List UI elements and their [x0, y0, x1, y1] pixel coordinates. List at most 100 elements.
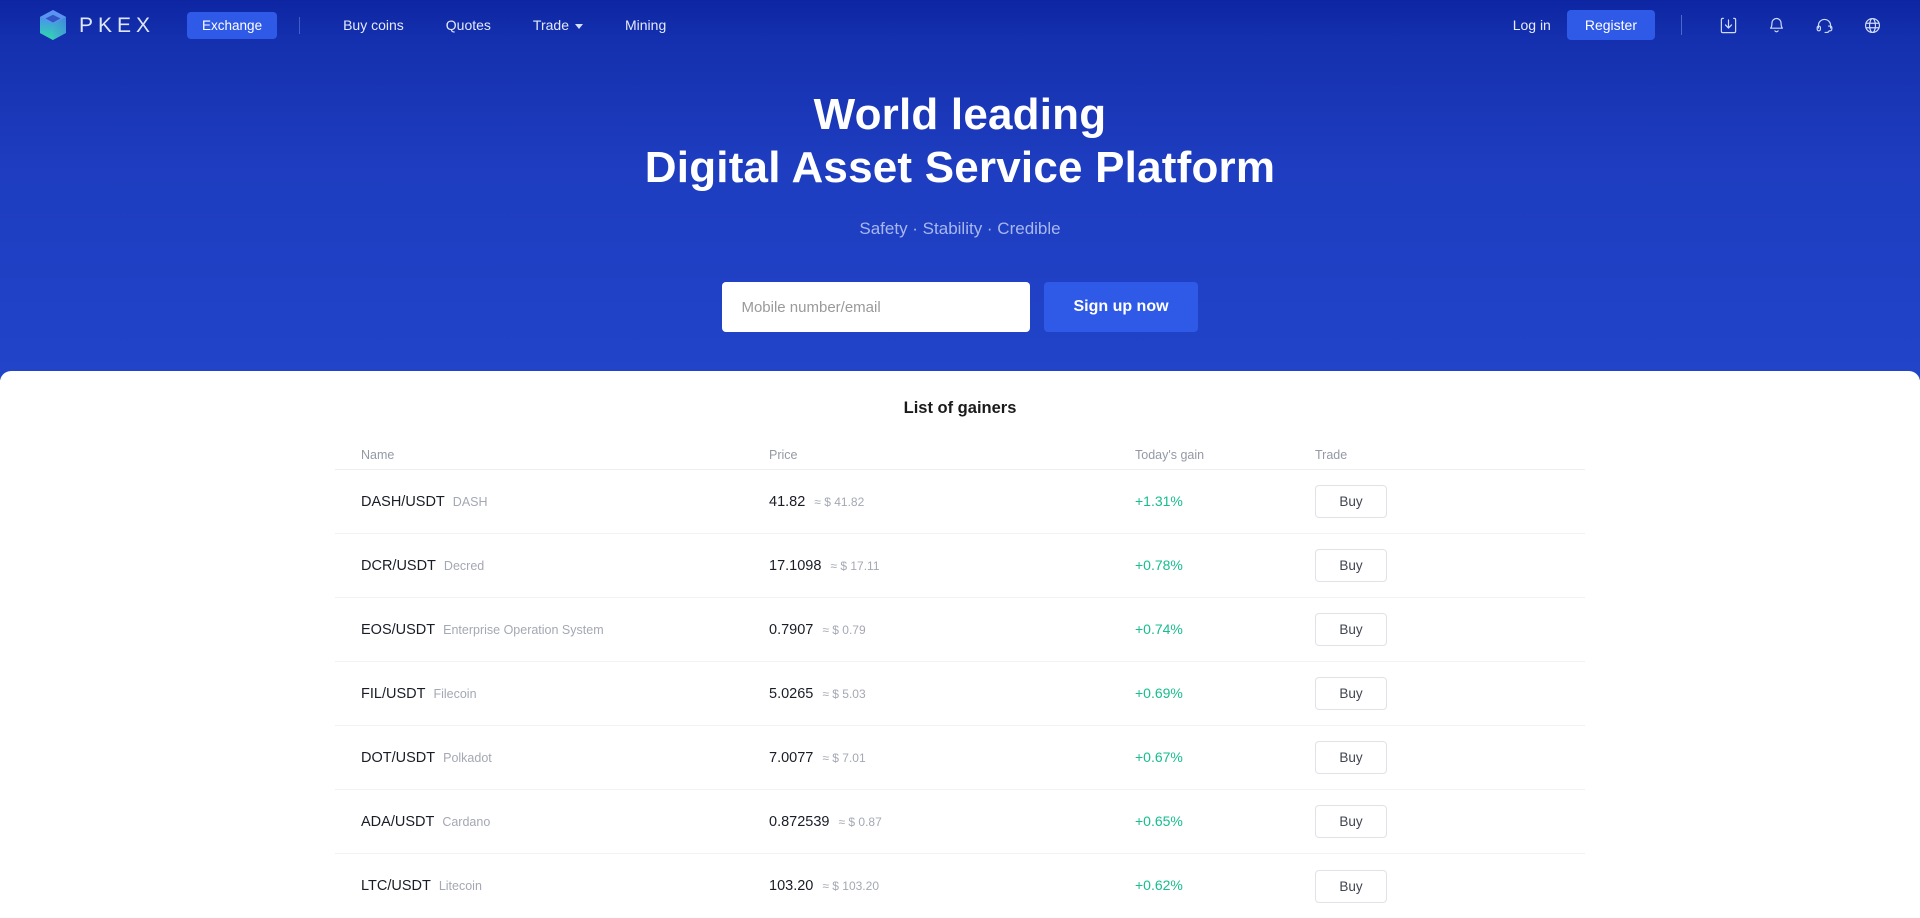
trade-cell: Buy — [1315, 741, 1559, 774]
gain-value: +0.67% — [1135, 748, 1183, 765]
column-header-name: Name — [361, 447, 395, 462]
nav-item-quotes[interactable]: Quotes — [425, 17, 512, 33]
gain-cell: +0.69% — [1135, 685, 1315, 703]
register-button[interactable]: Register — [1566, 10, 1655, 40]
gain-value: +0.65% — [1135, 812, 1183, 829]
price-value: 0.872539 — [769, 813, 830, 830]
gain-value: +1.31% — [1135, 492, 1183, 509]
gainers-table: Name Price Today's gain Trade DASH/USDT … — [335, 440, 1585, 918]
pair-full-name: Filecoin — [433, 686, 477, 701]
pair-symbol: DASH/USDT — [361, 493, 445, 510]
pair-cell: DCR/USDT Decred — [335, 558, 769, 574]
pair-cell: EOS/USDT Enterprise Operation System — [335, 622, 769, 638]
buy-button[interactable]: Buy — [1315, 741, 1387, 774]
table-row[interactable]: DCR/USDT Decred 17.1098 ≈ $ 17.11 +0.78%… — [335, 534, 1585, 598]
hero-section: World leading Digital Asset Service Plat… — [0, 88, 1920, 239]
table-row[interactable]: DASH/USDT DASH 41.82 ≈ $ 41.82 +1.31% Bu… — [335, 470, 1585, 534]
gain-cell: +0.65% — [1135, 813, 1315, 831]
brand-name: PKEX — [79, 13, 156, 37]
column-header-trade: Trade — [1315, 447, 1348, 462]
pair-full-name: Cardano — [442, 814, 491, 829]
price-cell: 0.7907 ≈ $ 0.79 — [769, 622, 1135, 638]
buy-button[interactable]: Buy — [1315, 485, 1387, 518]
price-cell: 41.82 ≈ $ 41.82 — [769, 494, 1135, 510]
gain-cell: +0.74% — [1135, 621, 1315, 639]
pair-cell: LTC/USDT Litecoin — [335, 878, 769, 894]
pair-full-name: Decred — [443, 558, 485, 573]
signup-form: Sign up now — [0, 282, 1920, 332]
pair-cell: ADA/USDT Cardano — [335, 814, 769, 830]
price-usd: ≈ $ 0.79 — [822, 622, 866, 637]
trade-cell: Buy — [1315, 549, 1559, 582]
pair-full-name: Enterprise Operation System — [443, 622, 604, 637]
nav-item-buy-coins[interactable]: Buy coins — [322, 17, 425, 33]
column-header-gain: Today's gain — [1135, 447, 1205, 462]
buy-button[interactable]: Buy — [1315, 677, 1387, 710]
signup-button[interactable]: Sign up now — [1044, 282, 1198, 332]
nav-item-label: Quotes — [445, 17, 491, 33]
pair-full-name: Litecoin — [438, 879, 482, 893]
buy-button[interactable]: Buy — [1315, 613, 1387, 646]
nav-item-label: Mining — [624, 17, 667, 33]
price-value: 17.1098 — [769, 557, 822, 574]
table-row[interactable]: ADA/USDT Cardano 0.872539 ≈ $ 0.87 +0.65… — [335, 790, 1585, 854]
nav-item-mining[interactable]: Mining — [604, 17, 687, 33]
header-actions: Log in Register — [1513, 10, 1896, 40]
table-row[interactable]: EOS/USDT Enterprise Operation System 0.7… — [335, 598, 1585, 662]
pair-symbol: DCR/USDT — [361, 557, 436, 574]
column-header-price: Price — [769, 447, 798, 462]
table-header-row: Name Price Today's gain Trade — [335, 440, 1585, 470]
gain-value: +0.78% — [1135, 556, 1183, 573]
language-globe-icon[interactable] — [1861, 14, 1883, 36]
hero-title-line2: Digital Asset Service Platform — [644, 143, 1276, 192]
nav-item-label: Trade — [532, 17, 569, 33]
pair-full-name: DASH — [452, 494, 488, 509]
download-app-icon[interactable] — [1717, 14, 1739, 36]
table-row[interactable]: LTC/USDT Litecoin 103.20 ≈ $ 103.20 +0.6… — [335, 854, 1585, 918]
price-cell: 5.0265 ≈ $ 5.03 — [769, 686, 1135, 702]
gain-cell: +0.78% — [1135, 557, 1315, 575]
gain-value: +0.62% — [1135, 877, 1183, 893]
price-cell: 0.872539 ≈ $ 0.87 — [769, 814, 1135, 830]
pair-cell: DASH/USDT DASH — [335, 494, 769, 510]
hero-subtitle: Safety · Stability · Credible — [859, 219, 1061, 238]
buy-button[interactable]: Buy — [1315, 549, 1387, 582]
price-value: 0.7907 — [769, 621, 814, 638]
trade-cell: Buy — [1315, 869, 1559, 903]
pair-symbol: LTC/USDT — [361, 878, 431, 894]
price-value: 41.82 — [769, 493, 806, 510]
pair-symbol: DOT/USDT — [361, 749, 436, 766]
table-row[interactable]: FIL/USDT Filecoin 5.0265 ≈ $ 5.03 +0.69%… — [335, 662, 1585, 726]
table-row[interactable]: DOT/USDT Polkadot 7.0077 ≈ $ 7.01 +0.67%… — [335, 726, 1585, 790]
price-cell: 103.20 ≈ $ 103.20 — [769, 878, 1135, 894]
login-link[interactable]: Log in — [1513, 17, 1551, 33]
pair-cell: DOT/USDT Polkadot — [335, 750, 769, 766]
notification-bell-icon[interactable] — [1765, 14, 1787, 36]
nav-item-trade[interactable]: Trade — [512, 17, 604, 33]
brand-logo[interactable]: PKEX — [38, 9, 155, 41]
pair-cell: FIL/USDT Filecoin — [335, 686, 769, 702]
price-usd: ≈ $ 7.01 — [822, 750, 866, 765]
buy-button[interactable]: Buy — [1315, 805, 1387, 838]
trade-cell: Buy — [1315, 805, 1559, 838]
price-value: 103.20 — [769, 878, 814, 894]
price-cell: 7.0077 ≈ $ 7.01 — [769, 750, 1135, 766]
price-cell: 17.1098 ≈ $ 17.11 — [769, 558, 1135, 574]
price-usd: ≈ $ 5.03 — [822, 686, 866, 701]
support-headset-icon[interactable] — [1813, 14, 1835, 36]
nav-item-exchange[interactable]: Exchange — [187, 11, 278, 39]
signup-email-input[interactable] — [722, 282, 1031, 332]
trade-cell: Buy — [1315, 677, 1559, 710]
gain-cell: +0.67% — [1135, 749, 1315, 767]
gain-value: +0.69% — [1135, 684, 1183, 701]
trade-cell: Buy — [1315, 485, 1559, 518]
buy-button[interactable]: Buy — [1315, 869, 1387, 903]
pair-symbol: FIL/USDT — [361, 685, 426, 702]
site-header: PKEX Exchange Buy coins Quotes Trade Min… — [0, 0, 1920, 50]
price-value: 7.0077 — [769, 749, 814, 766]
pair-symbol: EOS/USDT — [361, 621, 436, 638]
pair-symbol: ADA/USDT — [361, 813, 435, 830]
gainers-title: List of gainers — [903, 399, 1017, 417]
gain-cell: +0.62% — [1135, 877, 1315, 895]
pair-full-name: Polkadot — [443, 750, 492, 765]
